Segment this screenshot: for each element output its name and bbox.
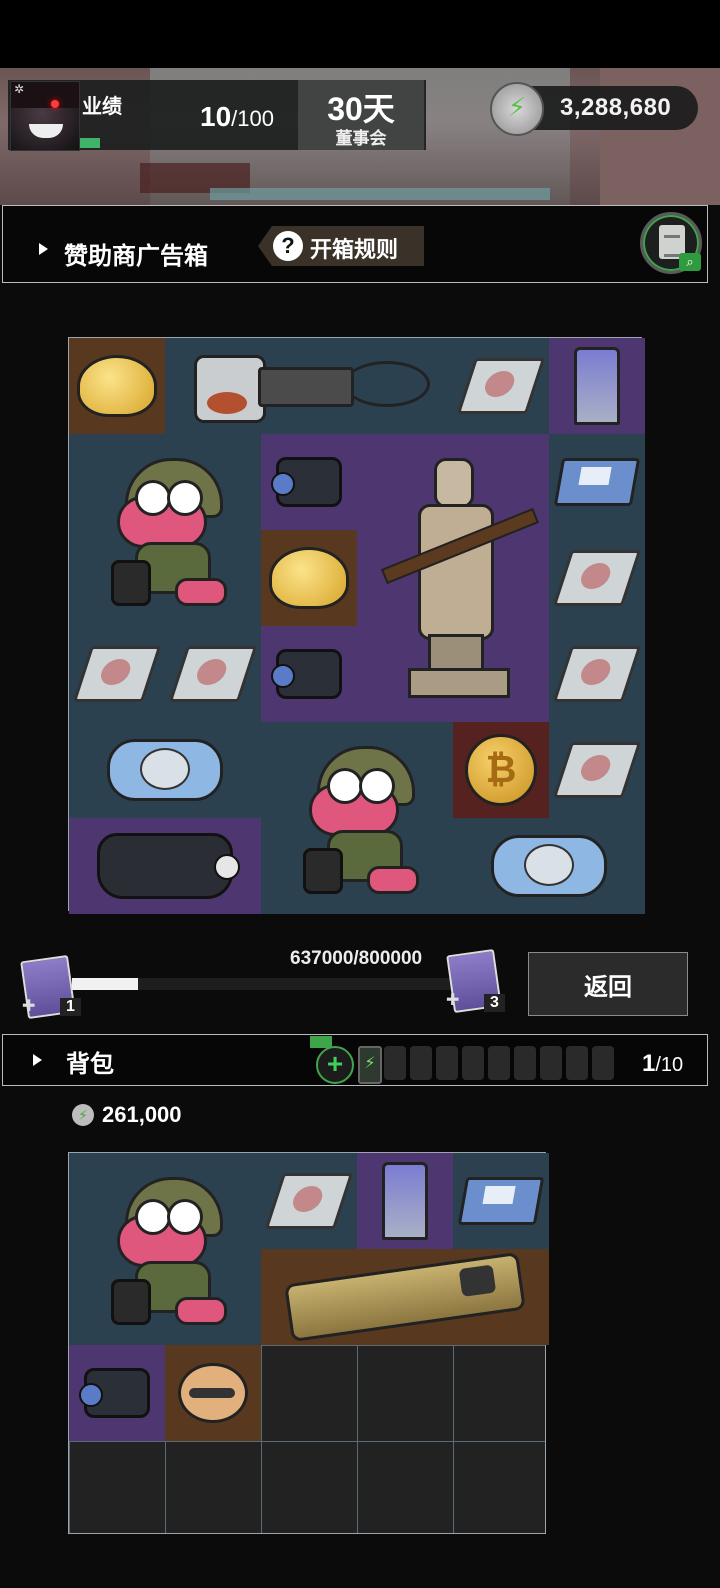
empty-slot (384, 1046, 406, 1080)
box-item-cd-disc[interactable] (549, 530, 645, 626)
gear-icon[interactable]: ✲ (12, 82, 26, 96)
box-item-cd-disc[interactable] (165, 626, 261, 722)
battery-icon: ⚡ (358, 1046, 382, 1084)
lightning-coin-icon: ⚡ (72, 1104, 94, 1126)
backpack-item-statue[interactable] (357, 1153, 453, 1249)
box-item-camera-scope[interactable] (261, 434, 357, 530)
coin-value: 3,288,680 (560, 94, 672, 121)
backpack-item-toy-ball[interactable] (165, 1345, 261, 1441)
box-item-hair-dryer[interactable] (165, 338, 453, 434)
box-item-statue[interactable] (549, 338, 645, 434)
box-item-frog-plush[interactable] (261, 722, 453, 914)
left-card-count: 1 (60, 998, 81, 1016)
rules-label[interactable]: 开箱规则 (310, 232, 398, 264)
expand-arrow-icon (33, 1054, 42, 1066)
backpack-item-cd-disc[interactable] (261, 1153, 357, 1249)
backpack-capacity: 1/10 (642, 1050, 683, 1078)
empty-slot (514, 1046, 536, 1080)
box-item-terracotta-warrior[interactable] (357, 434, 549, 722)
right-card-count: 3 (484, 994, 505, 1012)
box-item-bread[interactable] (261, 530, 357, 626)
box-item-ssd-drive[interactable] (549, 434, 645, 530)
puzzle-icon: ✚ (22, 998, 36, 1015)
clipboard-search-icon[interactable]: ⌕ (640, 212, 702, 274)
empty-slot (566, 1046, 588, 1080)
box-item-cd-disc[interactable] (69, 626, 165, 722)
back-button[interactable]: 返回 (528, 952, 688, 1016)
backpack-coin-value: 261,000 (102, 1102, 182, 1127)
backpack-capacity-total: /10 (655, 1054, 684, 1076)
progress-fill (72, 978, 138, 990)
performance-progress (80, 138, 100, 148)
lightning-coin-icon: ⚡ (490, 82, 544, 136)
box-item-bread[interactable] (69, 338, 165, 434)
backpack-title: 背包 (66, 1051, 114, 1078)
status-area (0, 0, 720, 68)
add-slot-button[interactable]: + (316, 1046, 354, 1084)
backpack-item-gold-phone[interactable] (261, 1249, 549, 1345)
progress-text: 637000/800000 (290, 948, 423, 969)
empty-slot (436, 1046, 458, 1080)
box-item-frog-plush[interactable] (69, 434, 261, 626)
performance-label: 业绩 (82, 96, 122, 118)
bitcoin-icon: ₿ (465, 734, 537, 806)
box-item-camera-scope[interactable] (261, 626, 357, 722)
backpack-item-camera-scope[interactable] (69, 1345, 165, 1441)
backpack-used: 1 (642, 1050, 656, 1077)
box-item-cd-player[interactable] (69, 722, 261, 818)
empty-slot (592, 1046, 614, 1080)
empty-slot (462, 1046, 484, 1080)
sponsor-box-grid: ₿ (68, 337, 645, 914)
backpack-item-frog-plush[interactable] (69, 1153, 261, 1345)
empty-slot (540, 1046, 562, 1080)
performance-total: /100 (231, 106, 274, 131)
performance-current: 10 (200, 101, 232, 132)
backpack-grid (68, 1152, 549, 1534)
question-icon: ? (273, 231, 303, 261)
empty-slot (410, 1046, 432, 1080)
puzzle-icon: ✚ (446, 992, 460, 1009)
box-item-cd-disc[interactable] (549, 626, 645, 722)
box-item-bitcoin[interactable]: ₿ (453, 722, 549, 818)
box-item-cd-player[interactable] (453, 818, 645, 914)
performance-value: 10/100 (200, 101, 274, 133)
expand-arrow-icon (39, 243, 48, 255)
box-item-vr-headset[interactable] (69, 818, 261, 914)
box-item-cd-disc[interactable] (453, 338, 549, 434)
box-item-cd-disc[interactable] (549, 722, 645, 818)
backpack-item-ssd-drive[interactable] (453, 1153, 549, 1249)
board-meeting-label: 董事会 (335, 129, 387, 148)
sponsor-box-title: 赞助商广告箱 (64, 243, 208, 270)
empty-slot (488, 1046, 510, 1080)
